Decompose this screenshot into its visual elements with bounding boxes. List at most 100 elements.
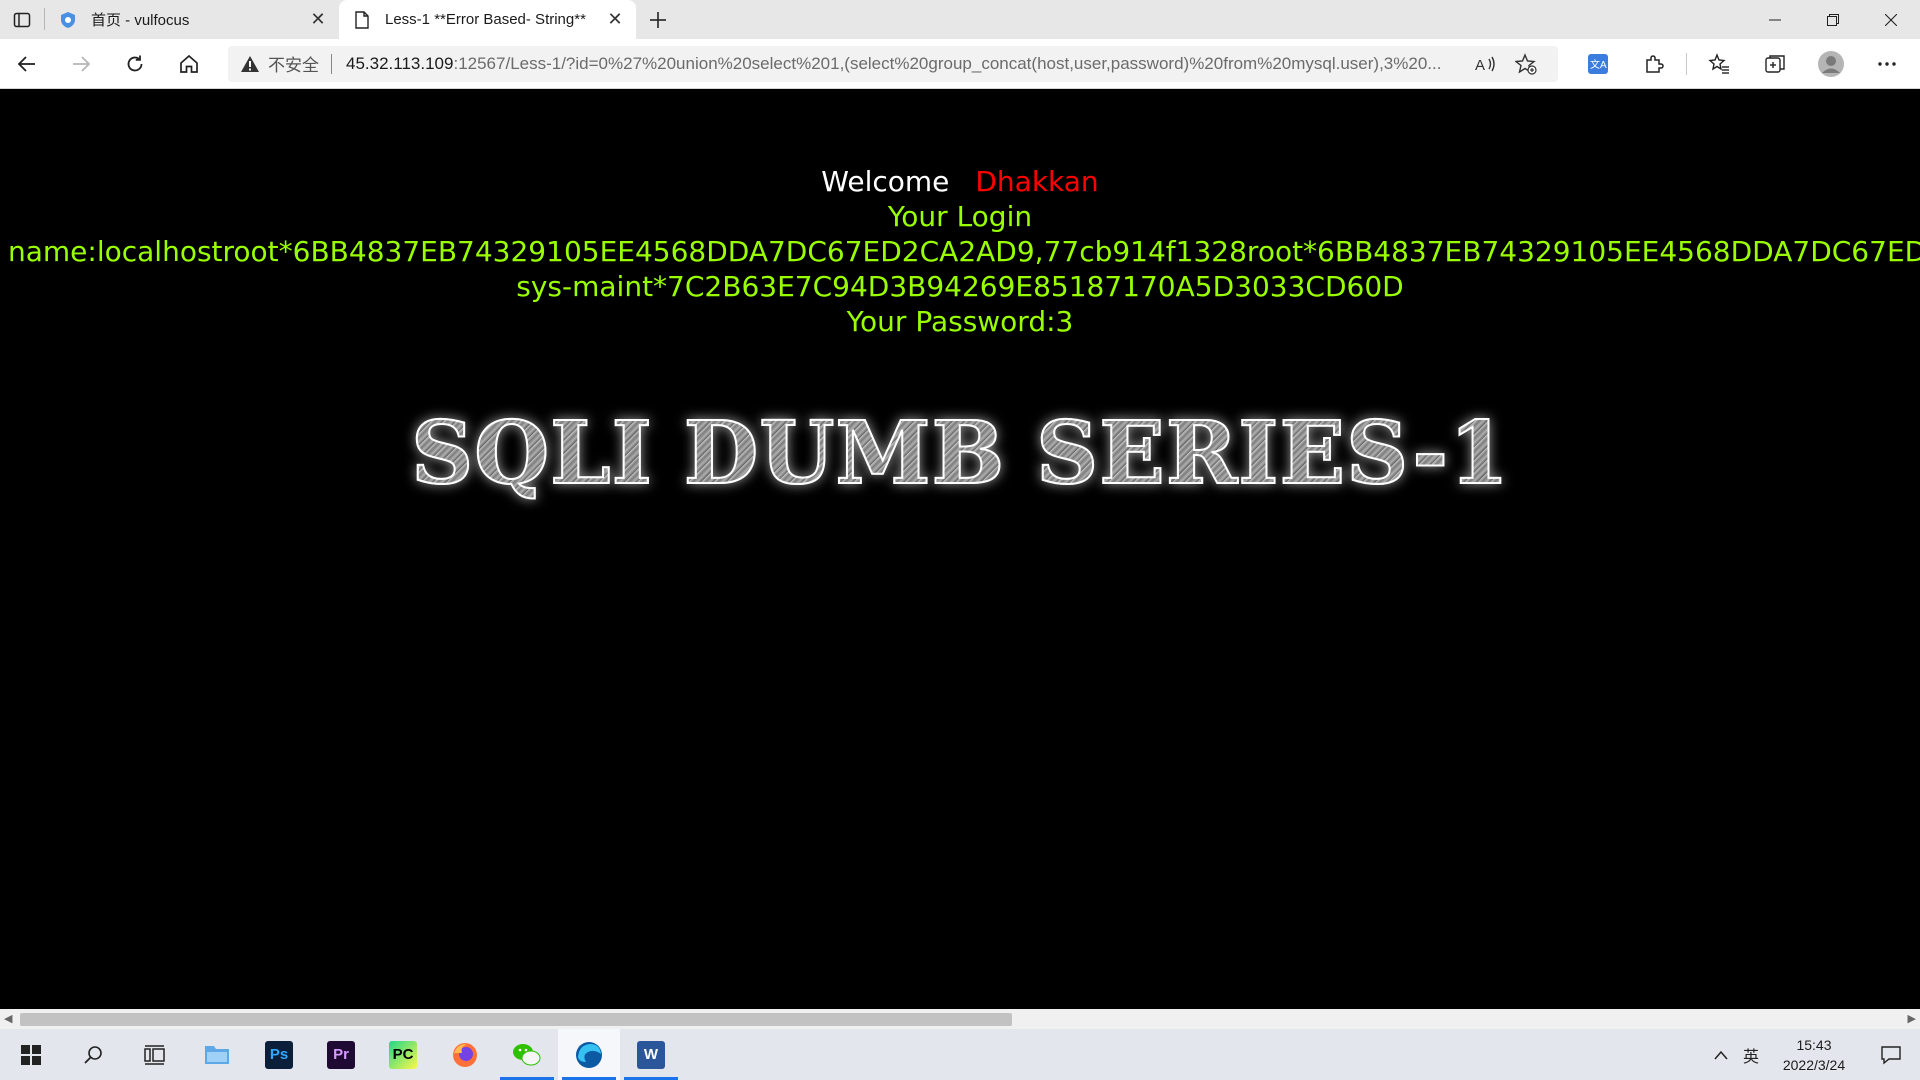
- refresh-button[interactable]: [108, 39, 162, 89]
- notification-button[interactable]: [1862, 1045, 1920, 1065]
- restore-button[interactable]: [1804, 0, 1862, 39]
- windows-taskbar: Ps Pr PC W 英 15:43 2022/3/24: [0, 1029, 1920, 1080]
- tab-title: Less-1 **Error Based- String**: [385, 11, 586, 28]
- collections-icon: [1765, 54, 1785, 73]
- firefox-icon: [453, 1042, 477, 1067]
- settings-more-button[interactable]: [1859, 39, 1915, 89]
- welcome-name: Dhakkan: [975, 165, 1099, 198]
- window-controls: [1746, 0, 1920, 39]
- favorites-button[interactable]: [1691, 39, 1747, 89]
- premiere-icon: Pr: [327, 1040, 355, 1069]
- taskbar-photoshop[interactable]: Ps: [248, 1029, 310, 1080]
- password-line: Your Password:3: [846, 305, 1074, 338]
- search-button[interactable]: [62, 1029, 124, 1080]
- scrollbar-thumb[interactable]: [20, 1013, 1012, 1026]
- tab-title: 首页 - vulfocus: [91, 12, 190, 29]
- page-viewport: Welcome Dhakkan Your Login name:localhost…: [0, 89, 1920, 1009]
- minimize-icon: [1769, 19, 1781, 20]
- forward-arrow-icon: [73, 55, 91, 72]
- address-bar[interactable]: 不安全 45.32.113.109:12567/Less-1/?id=0%27%…: [228, 45, 1558, 82]
- svg-text:文A: 文A: [1590, 58, 1607, 71]
- task-view-button[interactable]: [124, 1029, 186, 1080]
- login-value-line-1: name:localhostroot*6BB4837EB74329105EE45…: [8, 235, 1920, 268]
- scroll-right-icon[interactable]: ▶: [1908, 1012, 1916, 1025]
- chevron-up-icon[interactable]: [1706, 1050, 1736, 1060]
- tab-actions-icon: [13, 12, 31, 27]
- translate-button[interactable]: 文A: [1570, 39, 1626, 89]
- ime-indicator[interactable]: 英: [1736, 1043, 1766, 1067]
- welcome-text: Welcome: [821, 165, 950, 198]
- sqli-banner-image: SQLI DUMB SERIES-1: [410, 402, 1510, 505]
- new-tab-button[interactable]: [636, 0, 680, 39]
- back-arrow-icon: [17, 55, 35, 72]
- tab-vulfocus[interactable]: 首页 - vulfocus ✕: [45, 0, 339, 39]
- clock-time: 15:43: [1796, 1036, 1832, 1053]
- warning-icon[interactable]: [240, 55, 260, 73]
- more-dots-icon: [1878, 61, 1896, 66]
- refresh-icon: [127, 55, 143, 71]
- system-tray: 英 15:43 2022/3/24: [1706, 1029, 1920, 1080]
- notification-icon: [1881, 1045, 1901, 1064]
- pycharm-icon: PC: [389, 1040, 417, 1069]
- home-button[interactable]: [162, 39, 216, 89]
- photoshop-icon: Ps: [265, 1040, 293, 1069]
- clock-date: 2022/3/24: [1782, 1056, 1846, 1073]
- start-button[interactable]: [0, 1029, 62, 1080]
- back-button[interactable]: [0, 39, 54, 89]
- add-favorite-button[interactable]: [1506, 52, 1546, 75]
- wechat-icon: [513, 1043, 541, 1065]
- login-label: Your Login: [887, 200, 1033, 233]
- security-label[interactable]: 不安全: [268, 51, 319, 76]
- login-value-line-2: sys-maint*7C2B63E7C94D3B94269E85187170A5…: [516, 270, 1404, 303]
- close-icon[interactable]: ✕: [604, 9, 626, 31]
- banner-text: SQLI DUMB SERIES-1: [410, 402, 1510, 505]
- address-divider: [331, 53, 332, 74]
- url-text[interactable]: 45.32.113.109:12567/Less-1/?id=0%27%20un…: [346, 54, 1466, 74]
- profile-button[interactable]: [1803, 39, 1859, 89]
- forward-button[interactable]: [54, 39, 108, 89]
- favorites-list-icon: [1708, 52, 1729, 74]
- scroll-left-icon[interactable]: ◀: [4, 1012, 12, 1025]
- page-icon: [353, 10, 371, 29]
- taskbar-wechat[interactable]: [496, 1029, 558, 1080]
- collections-button[interactable]: [1747, 39, 1803, 89]
- edge-icon: [576, 1041, 602, 1068]
- plus-icon: [650, 11, 666, 28]
- minimize-button[interactable]: [1746, 0, 1804, 39]
- task-view-icon: [144, 1044, 165, 1065]
- restore-icon: [1827, 13, 1839, 26]
- tab-strip: 首页 - vulfocus ✕ Less-1 **Error Based- St…: [0, 0, 1920, 39]
- tab-actions-button[interactable]: [0, 0, 44, 39]
- svg-text:A: A: [1475, 57, 1485, 73]
- search-icon: [84, 1045, 102, 1064]
- browser-toolbar: 不安全 45.32.113.109:12567/Less-1/?id=0%27%…: [0, 39, 1920, 89]
- windows-icon: [21, 1044, 41, 1065]
- close-window-button[interactable]: [1862, 0, 1920, 39]
- word-icon: W: [637, 1040, 665, 1069]
- taskbar-word[interactable]: W: [620, 1029, 682, 1080]
- close-icon[interactable]: ✕: [307, 9, 329, 31]
- url-host: 45.32.113.109: [346, 53, 454, 73]
- taskbar-firefox[interactable]: [434, 1029, 496, 1080]
- translate-icon: 文A: [1588, 53, 1608, 74]
- read-aloud-icon: A: [1475, 56, 1495, 73]
- welcome-line: Welcome Dhakkan: [0, 165, 1920, 198]
- file-explorer-icon: [205, 1045, 229, 1064]
- taskbar-file-explorer[interactable]: [186, 1029, 248, 1080]
- taskbar-edge[interactable]: [558, 1029, 620, 1080]
- read-aloud-button[interactable]: A: [1466, 55, 1506, 73]
- taskbar-premiere[interactable]: Pr: [310, 1029, 372, 1080]
- horizontal-scrollbar[interactable]: ◀ ▶: [0, 1009, 1920, 1029]
- puzzle-icon: [1646, 54, 1664, 73]
- tab-less-1[interactable]: Less-1 **Error Based- String** ✕: [339, 0, 636, 39]
- home-icon: [180, 54, 198, 73]
- toolbar-divider: [1686, 52, 1687, 75]
- shield-icon: [59, 11, 77, 29]
- taskbar-pycharm[interactable]: PC: [372, 1029, 434, 1080]
- star-add-icon: [1515, 52, 1537, 75]
- url-path: :12567/Less-1/?id=0%27%20union%20select%…: [453, 53, 1442, 73]
- avatar: [1818, 50, 1844, 77]
- close-icon: [1885, 13, 1897, 26]
- extensions-button[interactable]: [1626, 39, 1682, 89]
- clock[interactable]: 15:43 2022/3/24: [1766, 1035, 1862, 1075]
